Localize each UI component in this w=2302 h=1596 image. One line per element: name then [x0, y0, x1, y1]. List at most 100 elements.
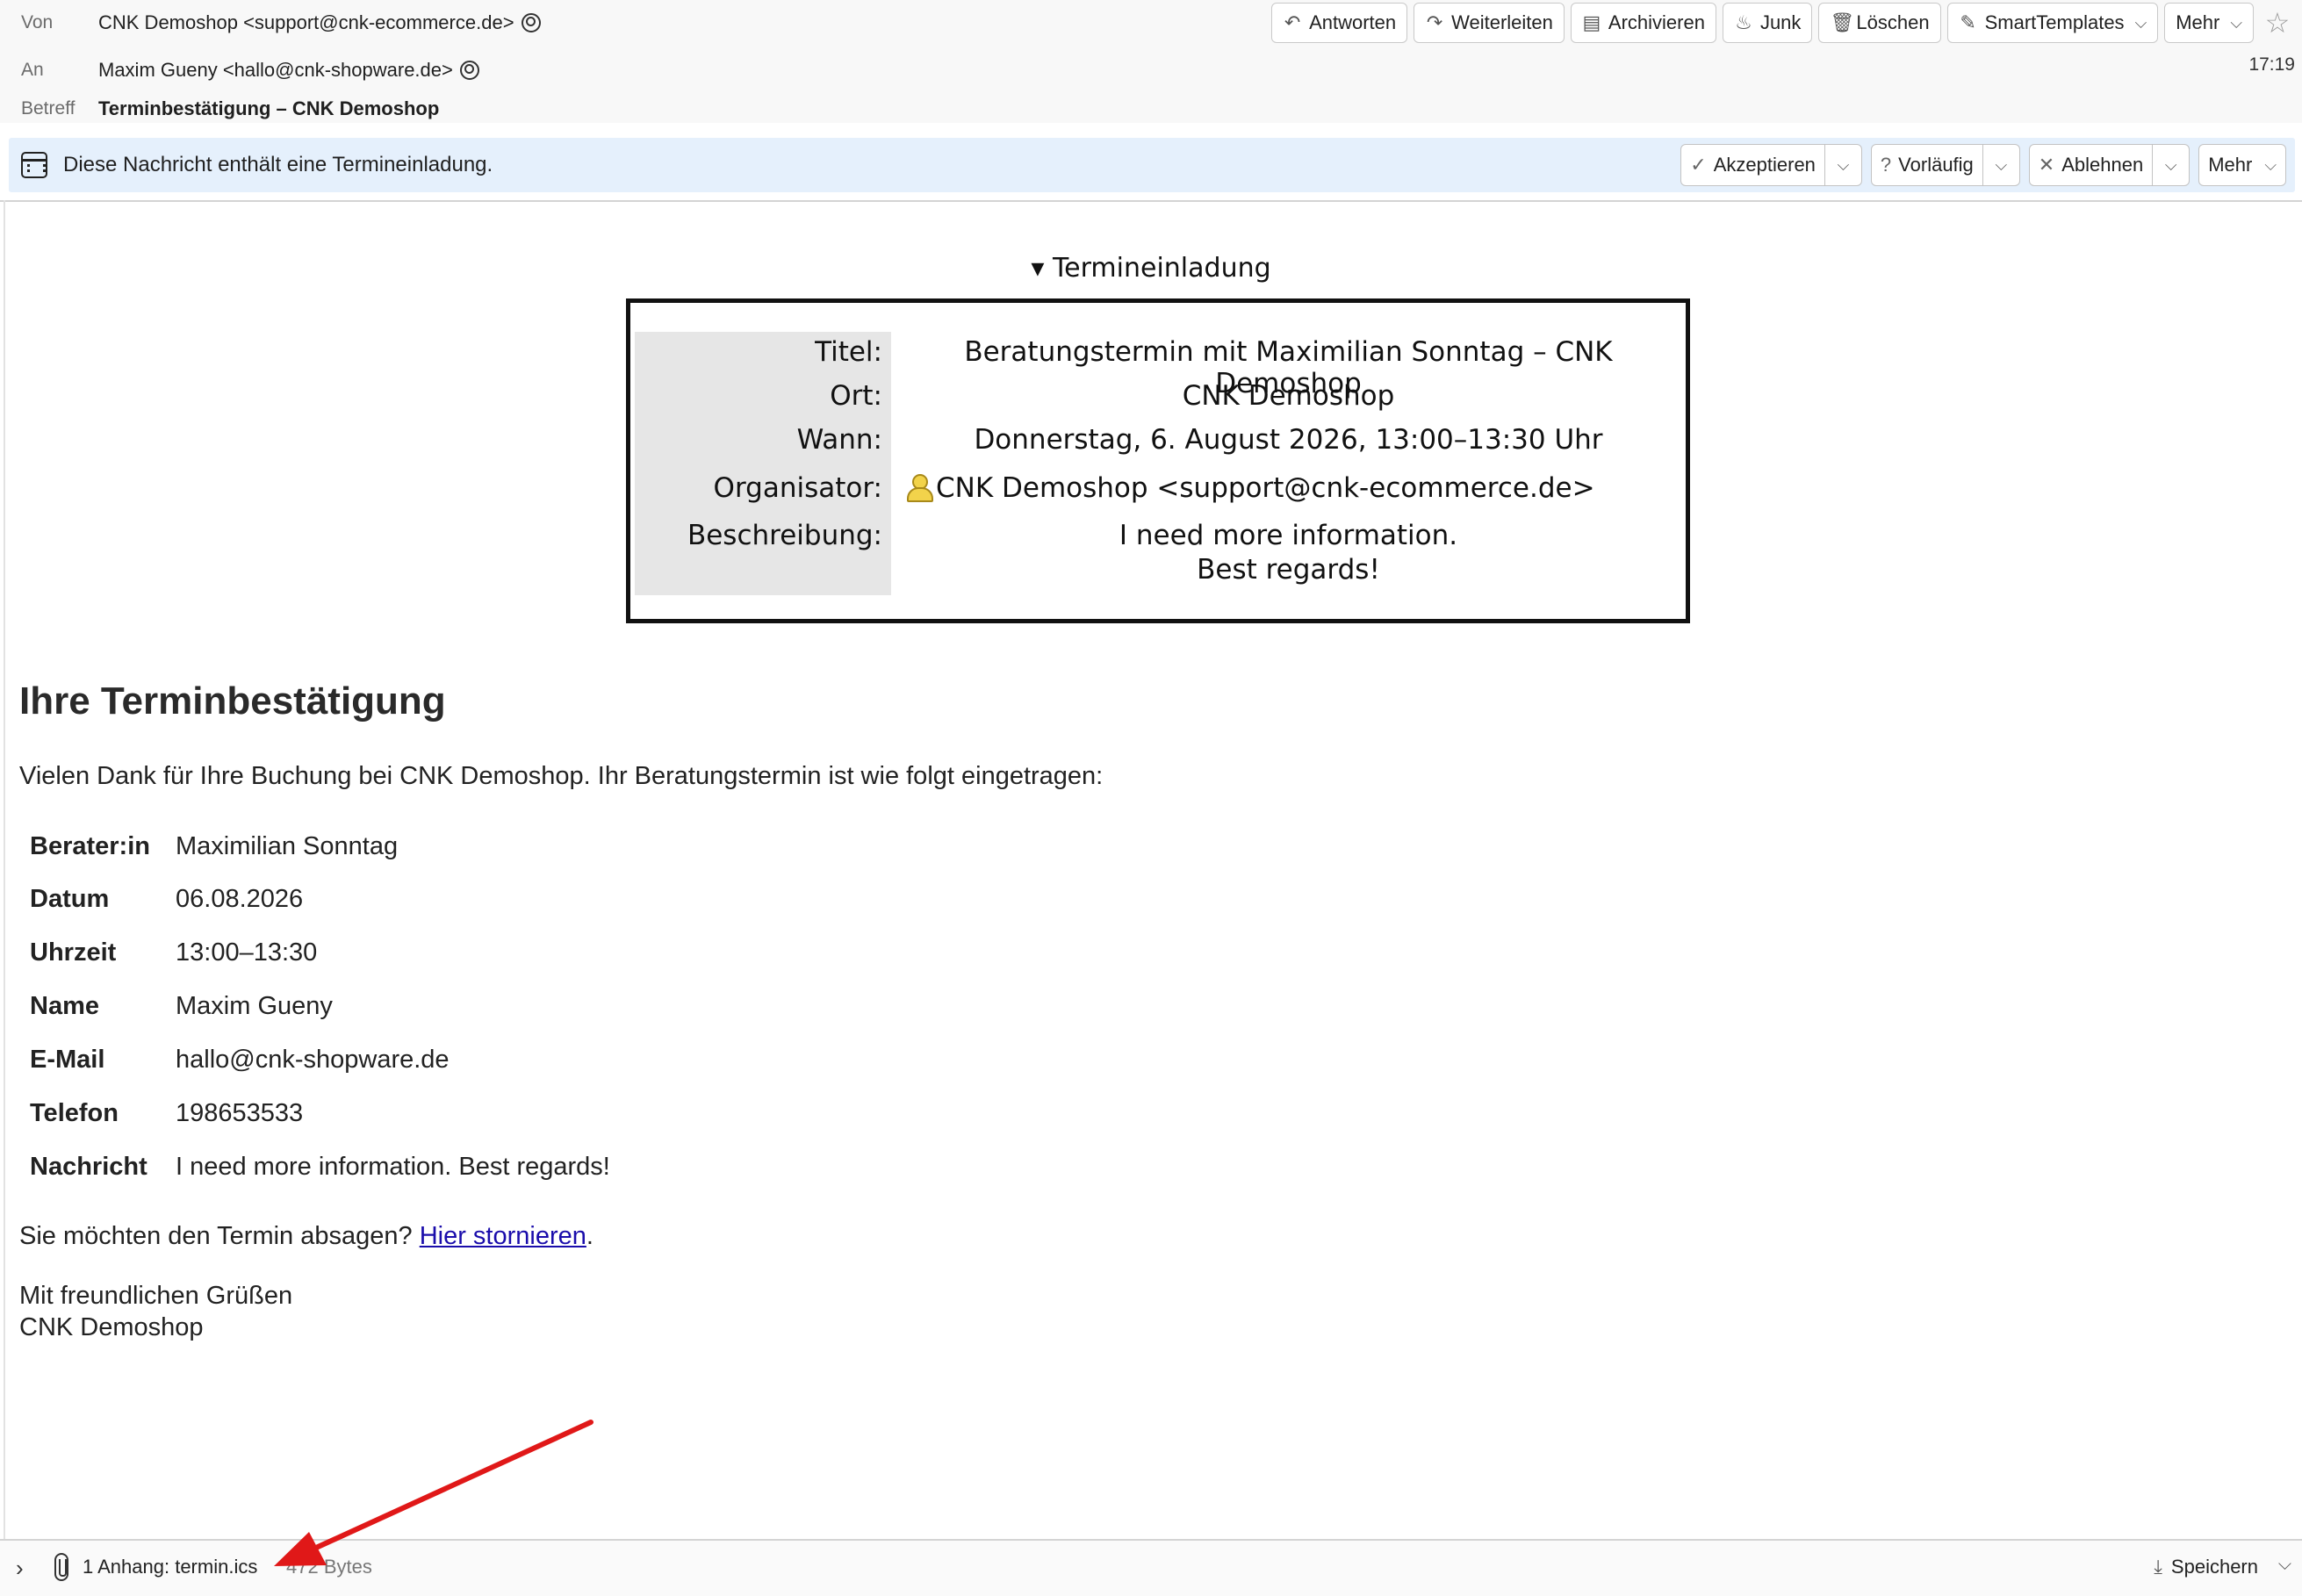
- more-button[interactable]: Mehr ⌵: [2164, 3, 2254, 43]
- archive-icon: ▤: [1582, 11, 1601, 33]
- close-icon: ✕: [2038, 154, 2055, 176]
- delete-button[interactable]: 🗑 Löschen: [1818, 3, 1941, 43]
- from-value[interactable]: CNK Demoshop <support@cnk-ecommerce.de>: [98, 11, 541, 34]
- decline-button[interactable]: ✕ Ablehnen: [2030, 145, 2152, 185]
- detail-key: Name: [30, 992, 99, 1020]
- invitation-title-label: Titel:: [815, 336, 882, 368]
- person-icon: [906, 474, 933, 502]
- invitation-notification-bar: Diese Nachricht enthält eine Termineinla…: [9, 138, 2295, 192]
- body-intro: Vielen Dank für Ihre Buchung bei CNK Dem…: [19, 762, 1104, 790]
- content-left-border: [4, 200, 5, 1539]
- reply-icon: ↶: [1284, 11, 1301, 33]
- detail-value: 06.08.2026: [176, 885, 304, 913]
- save-label: Speichern: [2170, 1556, 2258, 1578]
- invitation-location-value: CNK Demoshop: [1182, 380, 1395, 412]
- invitation-organizer-text: CNK Demoshop <support@cnk-ecommerce.de>: [936, 472, 1595, 504]
- invitation-actions: ✓ Akzeptieren ⌵ ? Vorläufig ⌵ ✕ Ablehnen…: [1680, 144, 2286, 186]
- invitation-description-line2: Best regards!: [1197, 554, 1380, 586]
- message-time: 17:19: [2248, 54, 2295, 75]
- accept-label: Akzeptieren: [1713, 154, 1816, 176]
- notification-more-label: Mehr: [2208, 154, 2253, 176]
- cancel-prefix: Sie möchten den Termin absagen?: [19, 1222, 420, 1250]
- notification-more-button[interactable]: Mehr ⌵: [2198, 144, 2286, 186]
- invitation-location-label: Ort:: [830, 380, 882, 412]
- detail-key: Datum: [30, 885, 110, 913]
- attachment-bar: › 1 Anhang: termin.ics 472 Bytes ⤓ Speic…: [0, 1539, 2302, 1596]
- to-value[interactable]: Maxim Gueny <hallo@cnk-shopware.de>: [98, 59, 479, 82]
- tentative-split-button: ? Vorläufig ⌵: [1870, 144, 2020, 186]
- calendar-icon: [21, 152, 47, 178]
- archive-label: Archivieren: [1608, 11, 1705, 33]
- decline-split-button: ✕ Ablehnen ⌵: [2028, 144, 2190, 186]
- detail-value: 198653533: [176, 1099, 304, 1127]
- decline-label: Ablehnen: [2061, 154, 2144, 176]
- to-address[interactable]: Maxim Gueny <hallo@cnk-shopware.de>: [98, 59, 453, 82]
- chevron-down-icon: ⌵: [2164, 155, 2177, 174]
- tentative-button[interactable]: ? Vorläufig: [1872, 145, 1982, 185]
- detail-key: Telefon: [30, 1099, 119, 1127]
- cancel-suffix: .: [586, 1222, 593, 1250]
- notification-more-main[interactable]: Mehr ⌵: [2199, 145, 2285, 185]
- chevron-down-icon: ⌵: [2134, 13, 2147, 32]
- chevron-down-icon[interactable]: ⌵: [2278, 1555, 2291, 1575]
- tentative-label: Vorläufig: [1898, 154, 1974, 176]
- closing-line1: Mit freundlichen Grüßen: [19, 1282, 293, 1310]
- tentative-dropdown[interactable]: ⌵: [1982, 145, 2019, 185]
- chevron-down-icon: ⌵: [2264, 155, 2277, 174]
- detail-value: Maximilian Sonntag: [176, 832, 399, 860]
- from-address[interactable]: CNK Demoshop <support@cnk-ecommerce.de>: [98, 11, 514, 34]
- detail-key: Berater:in: [30, 832, 150, 860]
- paperclip-icon: [54, 1553, 68, 1581]
- accept-button[interactable]: ✓ Akzeptieren: [1681, 145, 1824, 185]
- accept-dropdown[interactable]: ⌵: [1824, 145, 1861, 185]
- annotation-arrow: [274, 1420, 593, 1566]
- chevron-down-icon: ⌵: [1995, 155, 2008, 174]
- subject-label: Betreff: [21, 98, 76, 119]
- from-label: Von: [21, 12, 54, 32]
- junk-label: Junk: [1759, 11, 1802, 33]
- accept-split-button: ✓ Akzeptieren ⌵: [1680, 144, 1862, 186]
- archive-button[interactable]: ▤ Archivieren: [1570, 3, 1716, 43]
- subject-value: Terminbestätigung – CNK Demoshop: [98, 97, 440, 119]
- invitation-label-column: [635, 332, 891, 595]
- contact-icon[interactable]: [521, 13, 541, 32]
- to-label: An: [21, 60, 44, 80]
- closing-line2: CNK Demoshop: [19, 1313, 204, 1341]
- forward-button[interactable]: ↷ Weiterleiten: [1414, 3, 1565, 43]
- smarttemplates-label: SmartTemplates: [1984, 11, 2125, 33]
- detail-value: I need more information. Best regards!: [176, 1153, 610, 1181]
- attachment-size: 472 Bytes: [286, 1556, 372, 1578]
- forward-icon: ↷: [1426, 11, 1443, 33]
- more-label: Mehr: [2176, 11, 2220, 33]
- attachment-label[interactable]: 1 Anhang: termin.ics: [83, 1556, 257, 1578]
- chevron-right-icon[interactable]: ›: [16, 1555, 24, 1582]
- cancel-link[interactable]: Hier stornieren: [420, 1222, 586, 1250]
- reply-button[interactable]: ↶ Antworten: [1271, 3, 1408, 43]
- checkmark-icon: ✓: [1690, 154, 1707, 176]
- message-toolbar: ↶ Antworten ↷ Weiterleiten ▤ Archivieren…: [1271, 3, 2295, 43]
- invitation-description-label: Beschreibung:: [687, 520, 882, 551]
- trash-icon: 🗑: [1830, 11, 1855, 33]
- detail-value: hallo@cnk-shopware.de: [176, 1046, 450, 1074]
- detail-key: Nachricht: [30, 1153, 147, 1181]
- save-attachment-button[interactable]: ⤓ Speichern: [2154, 1556, 2258, 1578]
- star-icon[interactable]: ☆: [2260, 3, 2295, 43]
- detail-value: Maxim Gueny: [176, 992, 333, 1020]
- detail-key: Uhrzeit: [30, 938, 117, 967]
- question-icon: ?: [1880, 154, 1892, 176]
- forward-label: Weiterleiten: [1451, 11, 1553, 33]
- invitation-organizer-label: Organisator:: [713, 472, 882, 504]
- detail-value: 13:00–13:30: [176, 938, 318, 967]
- contact-icon[interactable]: [459, 61, 479, 80]
- invitation-details-box: Titel: Beratungstermin mit Maximilian So…: [626, 298, 1690, 623]
- notification-text: Diese Nachricht enthält eine Termineinla…: [63, 153, 493, 176]
- junk-button[interactable]: ♨ Junk: [1722, 3, 1813, 43]
- decline-dropdown[interactable]: ⌵: [2152, 145, 2189, 185]
- invitation-toggle[interactable]: ▾ Termineinladung: [0, 253, 2302, 284]
- invitation-when-value: Donnerstag, 6. August 2026, 13:00–13:30 …: [974, 424, 1603, 456]
- smarttemplates-button[interactable]: ✎ SmartTemplates ⌵: [1946, 3, 2159, 43]
- header-divider: [0, 200, 2302, 202]
- smarttemplates-icon: ✎: [1960, 11, 1976, 33]
- download-icon: ⤓: [2154, 1556, 2162, 1578]
- annotation-arrow-shaft: [313, 1420, 593, 1550]
